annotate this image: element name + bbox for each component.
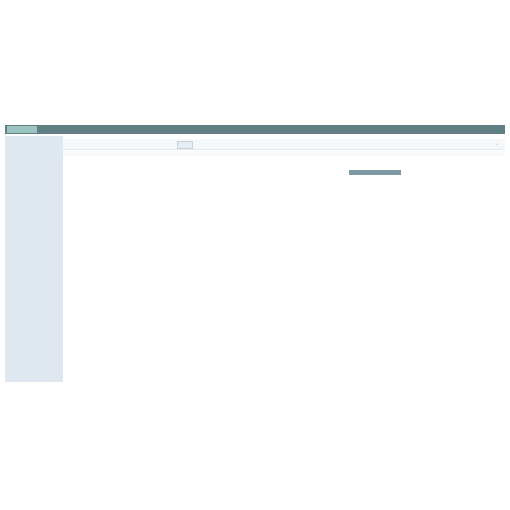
data-column	[181, 180, 211, 181]
section-header	[349, 170, 401, 175]
sub-toolbar	[63, 151, 505, 156]
app-logo[interactable]	[7, 126, 37, 133]
data-column	[295, 180, 325, 181]
main-content: ×	[63, 134, 505, 382]
toolbar: ×	[63, 139, 505, 150]
app-window: ×	[5, 125, 505, 382]
data-column	[135, 180, 165, 181]
data-column	[235, 180, 265, 181]
top-bar	[5, 125, 505, 134]
data-column	[363, 180, 393, 181]
data-column	[77, 180, 107, 181]
close-icon[interactable]: ×	[495, 142, 499, 146]
sidebar	[5, 136, 63, 382]
toolbar-button[interactable]	[177, 141, 193, 149]
